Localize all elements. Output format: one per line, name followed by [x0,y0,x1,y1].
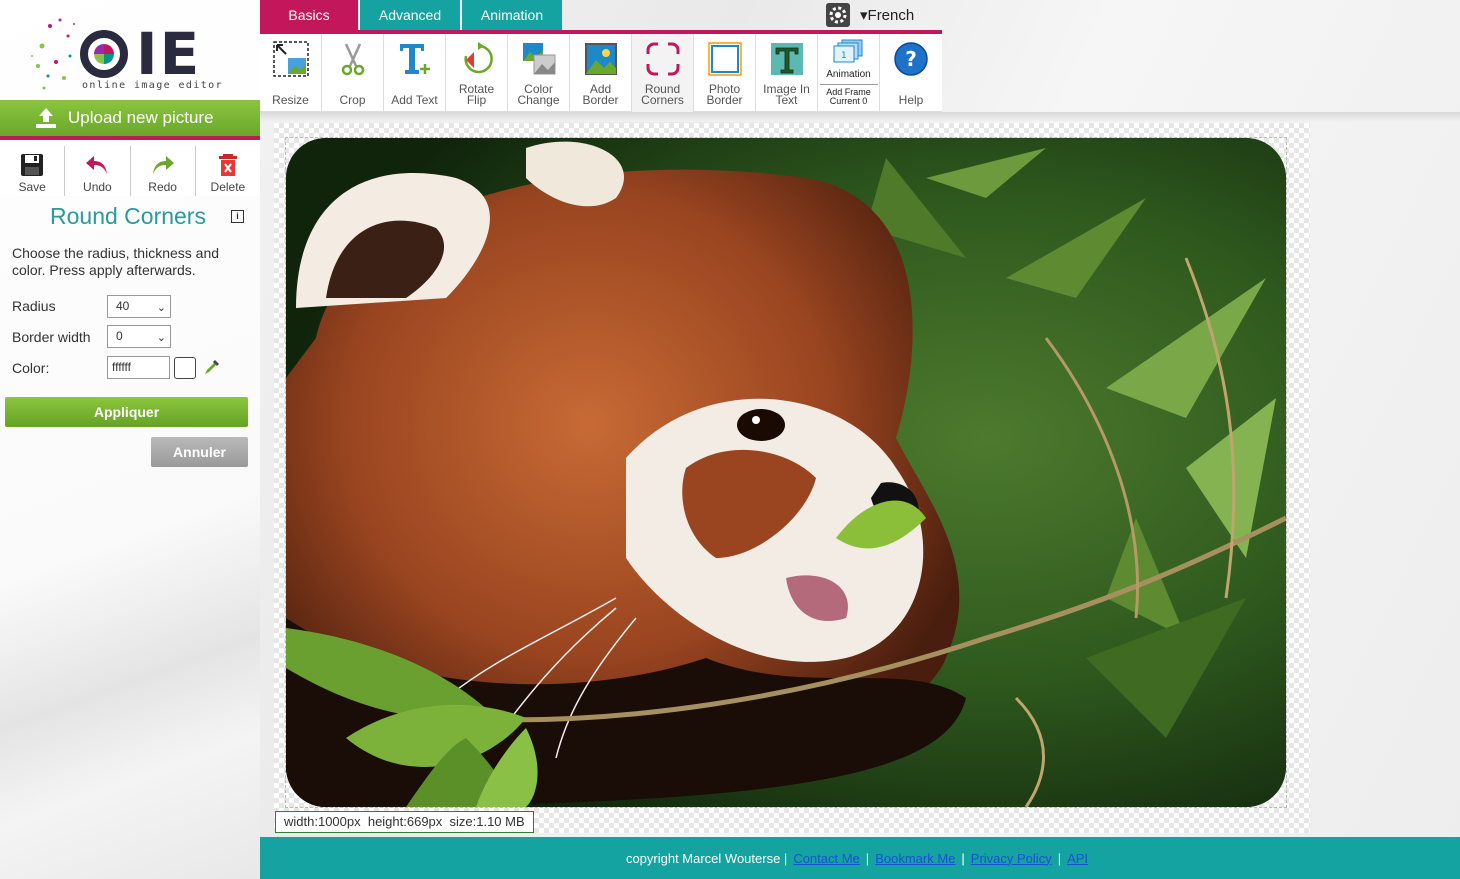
picture-icon [585,43,617,75]
apply-button[interactable]: Appliquer [5,397,248,427]
main-tabs: Basics Advanced Animation [260,0,564,30]
floppy-disk-icon [21,154,44,176]
tool-image-in-text[interactable]: Image In Text [756,34,818,112]
svg-text:1: 1 [841,51,847,61]
tool-resize[interactable]: Resize [260,34,322,112]
color-field[interactable]: ffffff [107,356,170,379]
border-width-select[interactable]: 0 ⌄ [107,325,171,348]
tool-rotate-flip[interactable]: Rotate Flip [446,34,508,112]
tool-add-text[interactable]: Add Text [384,34,446,112]
undo-label: Undo [83,180,112,194]
border-width-label: Border width [12,329,91,345]
upload-new-picture-button[interactable]: Upload new picture [0,100,260,140]
tool-add-border[interactable]: Add Border [570,34,632,112]
toolbar-shadow [260,112,1460,122]
info-toggle-icon[interactable]: i [231,210,244,223]
chevron-down-icon: ⌄ [156,302,166,314]
tool-photo-border-label: Border [706,93,743,107]
copyright-text: copyright Marcel Wouterse | [625,850,788,866]
panel-title: Round Corners [50,203,206,229]
color-change-icon [523,43,556,75]
tool-animation-label: Animation [826,69,871,80]
redo-arrow-icon [152,156,174,174]
logo-tagline: online image editor [82,80,223,91]
tab-advanced[interactable]: Advanced [360,0,460,30]
cancel-button[interactable]: Annuler [151,437,248,467]
upload-icon [36,108,56,128]
scissors-icon [341,43,365,76]
contact-me-link[interactable]: Contact Me [793,851,859,866]
round-corners-icon [646,42,680,76]
logo-o-icon [80,30,128,78]
tool-help-label: Help [898,93,924,107]
eyedropper-icon[interactable] [203,358,221,376]
resize-icon [273,41,309,77]
sidebar: IE online image editor Upload new pictur… [0,0,260,879]
tool-toolbar: Resize Crop Add Text Rotate Flip Color C… [260,34,942,112]
delete-button[interactable]: Delete [196,146,260,196]
tool-add-text-label: Add Text [391,93,438,107]
tool-corners-label: Corners [641,93,684,107]
svg-text:?: ? [905,47,917,71]
color-swatch[interactable] [174,357,196,379]
tool-current-frame-label: Current 0 [829,96,868,106]
tab-animation[interactable]: Animation [462,0,562,30]
redo-label: Redo [148,180,177,194]
footer-separator: | [865,850,870,866]
undo-arrow-icon [86,156,108,174]
photo-border-icon [708,42,742,76]
tool-crop-label: Crop [339,93,366,107]
image-in-text-icon [771,43,803,75]
tool-resize-label: Resize [272,93,309,107]
tool-help[interactable]: ? Help [880,34,942,112]
gear-icon[interactable] [826,3,850,27]
bookmark-me-link[interactable]: Bookmark Me [875,851,955,866]
radius-value: 40 [116,299,130,313]
footer: copyright Marcel Wouterse | Contact Me |… [260,837,1460,879]
redo-button[interactable]: Redo [131,146,196,196]
footer-separator: | [961,850,965,866]
tool-crop[interactable]: Crop [322,34,384,112]
save-button[interactable]: Save [0,146,66,196]
help-icon: ? [894,42,928,76]
text-icon [400,44,430,74]
tool-text-label: Text [775,93,798,107]
delete-label: Delete [210,180,246,194]
edited-photo[interactable] [286,138,1286,807]
api-link[interactable]: API [1067,851,1088,866]
trash-icon [218,154,237,176]
upload-label: Upload new picture [68,108,214,127]
animation-divider [820,84,878,85]
image-info-bar: width:1000px height:669px size:1.10 MB [275,811,534,833]
radius-select[interactable]: 40 ⌄ [107,295,171,318]
red-panda-photo-icon [286,138,1286,807]
tool-change-label: Change [517,93,560,107]
tool-photo-border[interactable]: Photo Border [694,34,756,112]
logo-letters: IE [136,20,202,88]
logo: IE online image editor [0,0,260,100]
panel-description: Choose the radius, thickness and color. … [12,245,220,278]
tab-basics[interactable]: Basics [260,0,358,30]
tool-animation[interactable]: 1 Animation Add Frame Current 0 [818,34,880,112]
footer-separator: | [1057,850,1062,866]
animation-icon: 1 [833,39,863,63]
chevron-down-icon: ⌄ [156,332,166,344]
language-selector[interactable]: ▾French [860,6,914,24]
tool-round-corners[interactable]: Round Corners [632,34,694,112]
undo-button[interactable]: Undo [65,146,131,196]
privacy-policy-link[interactable]: Privacy Policy [971,851,1052,866]
border-width-value: 0 [116,329,123,343]
rotate-icon [464,42,493,74]
color-label: Color: [12,360,50,376]
save-label: Save [18,180,46,194]
action-bar: Save Undo Redo Delete [0,146,260,196]
tool-flip-label: Flip [466,93,487,107]
radius-label: Radius [12,298,56,314]
tool-color-change[interactable]: Color Change [508,34,570,112]
tool-border-label: Border [582,93,619,107]
